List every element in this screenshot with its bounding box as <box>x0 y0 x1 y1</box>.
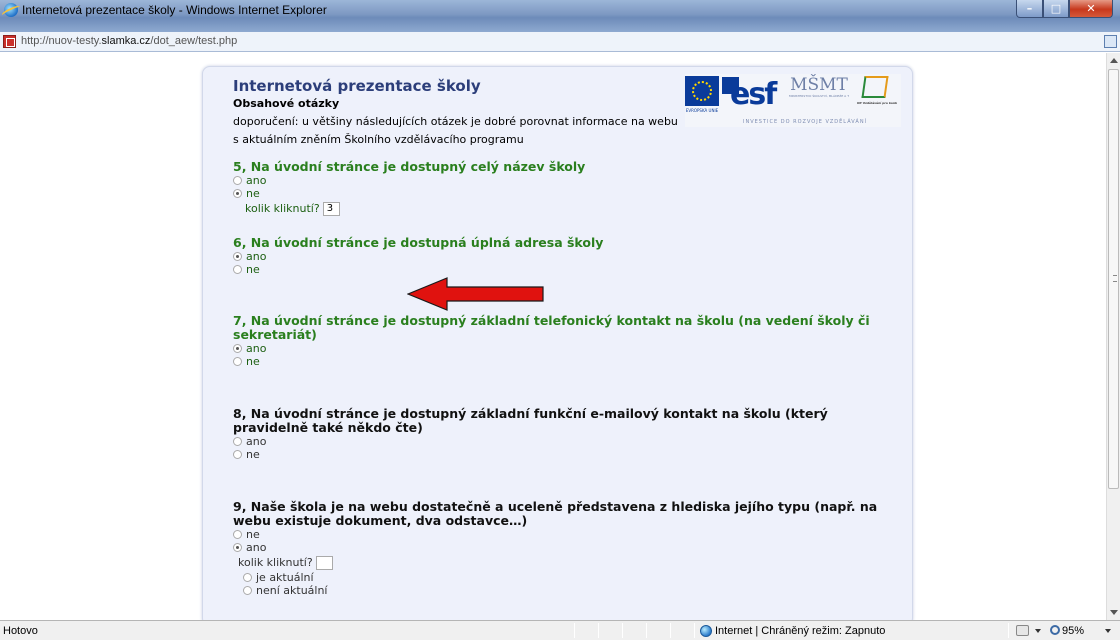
question-7: 7, Na úvodní stránce je dostupný základn… <box>233 314 893 368</box>
question-6: 6, Na úvodní stránce je dostupná úplná a… <box>233 236 893 276</box>
survey-panel: Internetová prezentace školy Obsahové ot… <box>202 66 913 620</box>
radio-button[interactable] <box>233 344 242 353</box>
click-count-input[interactable]: 3 <box>322 201 340 216</box>
radio-option[interactable]: je aktuální <box>243 571 893 584</box>
page-viewport: Internetová prezentace školy Obsahové ot… <box>0 53 1106 620</box>
vertical-scrollbar[interactable] <box>1106 53 1120 620</box>
question-title: 5, Na úvodní stránce je dostupný celý ná… <box>233 159 586 174</box>
question-8: 8, Na úvodní stránce je dostupný základn… <box>233 407 893 461</box>
close-button[interactable]: ✕ <box>1069 0 1113 18</box>
op-vk-logo: OP Vzdělávání pro konkurenceschopnost <box>857 76 897 112</box>
radio-button[interactable] <box>233 530 242 539</box>
status-bar: Hotovo Internet | Chráněný režim: Zapnut… <box>0 620 1120 640</box>
question-title: 7, Na úvodní stránce je dostupný základn… <box>233 313 870 342</box>
address-url[interactable]: http://nuov-testy.slamka.cz/dot_aew/test… <box>21 35 237 47</box>
radio-button[interactable] <box>233 265 242 274</box>
click-count-row: kolik kliknutí? <box>238 554 893 571</box>
window-titlebar: Internetová prezentace školy - Windows I… <box>0 0 1120 32</box>
window-controls: – □ ✕ <box>1016 0 1113 18</box>
question-title: 6, Na úvodní stránce je dostupná úplná a… <box>233 235 604 250</box>
logo-tagline: INVESTICE DO ROZVOJE VZDĚLÁVÁNÍ <box>743 119 868 125</box>
page-subtitle: Obsahové otázky <box>233 97 340 110</box>
radio-option[interactable]: ne <box>233 448 893 461</box>
chevron-down-icon[interactable] <box>1035 629 1041 633</box>
compatibility-icon[interactable] <box>1104 35 1117 48</box>
radio-button[interactable] <box>243 586 252 595</box>
esf-logo: esf <box>722 75 777 113</box>
radio-option[interactable]: ne <box>233 187 893 200</box>
favicon-icon <box>3 35 16 48</box>
radio-option[interactable]: ano <box>233 342 893 355</box>
scroll-down-icon[interactable] <box>1110 610 1118 615</box>
globe-icon <box>700 625 712 637</box>
ie-icon <box>4 3 18 17</box>
radio-button[interactable] <box>243 573 252 582</box>
sponsor-logos: EVROPSKÁ UNIE esf MŠMT MINISTERSTVO ŠKOL… <box>685 74 901 127</box>
radio-button[interactable] <box>233 450 242 459</box>
click-count-input[interactable] <box>315 555 333 570</box>
status-text: Hotovo <box>3 625 38 637</box>
question-9: 9, Naše škola je na webu dostatečně a uc… <box>233 500 893 597</box>
maximize-button[interactable]: □ <box>1043 0 1069 18</box>
radio-option[interactable]: ne <box>233 263 893 276</box>
radio-option[interactable]: ne <box>233 528 893 541</box>
radio-option[interactable]: ne <box>233 355 893 368</box>
radio-button[interactable] <box>233 437 242 446</box>
zoom-icon[interactable] <box>1050 625 1060 635</box>
question-title: 8, Na úvodní stránce je dostupný základn… <box>233 406 828 435</box>
protected-mode-icon[interactable] <box>1016 625 1029 636</box>
radio-option[interactable]: ano <box>233 250 893 263</box>
msmt-logo: MŠMT MINISTERSTVO ŠKOLSTVÍ, MLÁDEŽE A TĚ… <box>789 75 849 98</box>
eu-flag-logo <box>685 76 719 106</box>
scrollbar-thumb[interactable] <box>1108 69 1119 489</box>
scroll-up-icon[interactable] <box>1110 58 1118 63</box>
eu-logo-text: EVROPSKÁ UNIE <box>685 108 719 113</box>
chevron-down-icon[interactable] <box>1105 629 1111 633</box>
arrow-left-annotation <box>407 277 544 311</box>
radio-button[interactable] <box>233 357 242 366</box>
click-count-row: kolik kliknutí? 3 <box>245 200 893 217</box>
radio-button[interactable] <box>233 176 242 185</box>
question-title: 9, Naše škola je na webu dostatečně a uc… <box>233 499 878 528</box>
radio-option[interactable]: ano <box>233 435 893 448</box>
window-title: Internetová prezentace školy - Windows I… <box>22 3 327 17</box>
page-note: doporučení: u většiny následujících otáz… <box>233 115 678 146</box>
radio-button[interactable] <box>233 543 242 552</box>
page-title: Internetová prezentace školy <box>233 77 481 95</box>
radio-option[interactable]: ano <box>233 174 893 187</box>
zoom-level[interactable]: 95% <box>1062 625 1084 637</box>
question-5: 5, Na úvodní stránce je dostupný celý ná… <box>233 160 893 217</box>
minimize-button[interactable]: – <box>1016 0 1043 18</box>
radio-button[interactable] <box>233 189 242 198</box>
radio-option[interactable]: není aktuální <box>243 584 893 597</box>
address-bar[interactable]: http://nuov-testy.slamka.cz/dot_aew/test… <box>0 32 1120 52</box>
security-zone[interactable]: Internet | Chráněný režim: Zapnuto <box>715 625 885 637</box>
radio-option[interactable]: ano <box>233 541 893 554</box>
radio-button[interactable] <box>233 252 242 261</box>
